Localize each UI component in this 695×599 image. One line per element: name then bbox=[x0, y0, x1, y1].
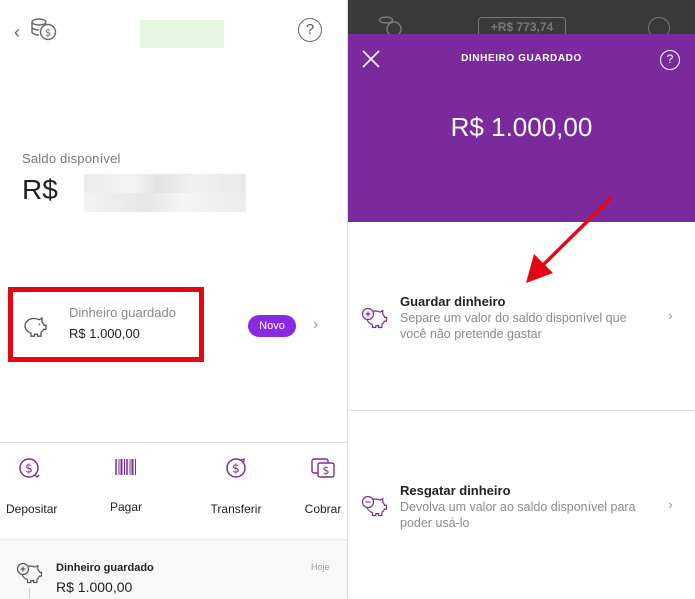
balance-change-badge: +R$ 773,74 bbox=[478, 17, 566, 34]
help-icon[interactable]: ? bbox=[298, 18, 322, 42]
piggy-plus-icon bbox=[361, 307, 388, 329]
saved-money-value[interactable]: R$ 1.000,00 bbox=[69, 326, 140, 341]
save-money-option[interactable]: Guardar dinheiro Separe um valor do sald… bbox=[348, 222, 695, 410]
blurred-balance-value bbox=[84, 174, 246, 212]
history-title: Dinheiro guardado bbox=[56, 562, 154, 574]
deposit-label: Depositar bbox=[6, 502, 58, 516]
piggy-minus-icon bbox=[361, 495, 388, 517]
history-value: R$ 1.000,00 bbox=[56, 579, 133, 595]
modal-header: DINHEIRO GUARDADO ? R$ 1.000,00 bbox=[348, 34, 695, 222]
charge-label: Cobrar bbox=[304, 502, 342, 516]
pay-label: Pagar bbox=[109, 500, 143, 514]
pay-button[interactable]: Pagar bbox=[102, 456, 150, 514]
deposit-icon: $ bbox=[19, 458, 40, 478]
charge-icon: $ bbox=[311, 458, 335, 478]
back-chevron-icon[interactable]: ‹ bbox=[14, 22, 20, 43]
piggy-bank-icon bbox=[24, 317, 47, 337]
account-screen: ‹ $ ? Saldo disponível R$ Dinheiro guard… bbox=[0, 0, 347, 599]
timeline-line bbox=[29, 588, 30, 599]
divider bbox=[0, 442, 347, 443]
save-money-title: Guardar dinheiro bbox=[400, 294, 506, 309]
blurred-account-name bbox=[140, 20, 224, 48]
balance-currency: R$ bbox=[22, 174, 58, 205]
transfer-label: Transferir bbox=[210, 502, 262, 516]
transfer-icon: $ bbox=[226, 458, 246, 478]
modal-title: DINHEIRO GUARDADO bbox=[461, 53, 582, 64]
piggy-plus-icon bbox=[16, 562, 43, 584]
svg-text:$: $ bbox=[232, 462, 240, 476]
dimmed-background-header: +R$ 773,74 bbox=[348, 0, 695, 34]
history-date: Hoje bbox=[311, 562, 330, 572]
chevron-right-icon[interactable]: › bbox=[313, 316, 318, 334]
coins-icon bbox=[378, 16, 402, 34]
saved-amount: R$ 1.000,00 bbox=[450, 112, 593, 142]
svg-text:$: $ bbox=[323, 464, 330, 477]
history-item[interactable] bbox=[0, 540, 347, 599]
saved-money-screen: +R$ 773,74 DINHEIRO GUARDADO ? R$ 1.000,… bbox=[348, 0, 695, 599]
balance-label: Saldo disponível bbox=[22, 151, 121, 166]
help-icon[interactable]: ? bbox=[660, 50, 680, 70]
new-badge: Novo bbox=[248, 315, 296, 337]
charge-button[interactable]: $ Cobrar bbox=[300, 456, 346, 516]
help-icon bbox=[648, 17, 670, 34]
saved-money-label[interactable]: Dinheiro guardado bbox=[69, 305, 176, 320]
chevron-right-icon: › bbox=[668, 307, 673, 323]
coins-icon: $ bbox=[31, 18, 57, 41]
barcode-icon bbox=[115, 459, 136, 475]
chevron-right-icon: › bbox=[668, 496, 673, 512]
withdraw-money-description: Devolva um valor ao saldo disponível par… bbox=[400, 500, 636, 530]
svg-text:$: $ bbox=[45, 28, 51, 39]
withdraw-money-option[interactable]: Resgatar dinheiro Devolva um valor ao sa… bbox=[348, 411, 695, 599]
save-money-description: Separe um valor do saldo disponível que … bbox=[400, 311, 627, 341]
withdraw-money-title: Resgatar dinheiro bbox=[400, 483, 511, 498]
deposit-button[interactable]: $ Depositar bbox=[6, 456, 58, 516]
transfer-button[interactable]: $ Transferir bbox=[204, 456, 268, 516]
svg-text:$: $ bbox=[25, 462, 33, 476]
